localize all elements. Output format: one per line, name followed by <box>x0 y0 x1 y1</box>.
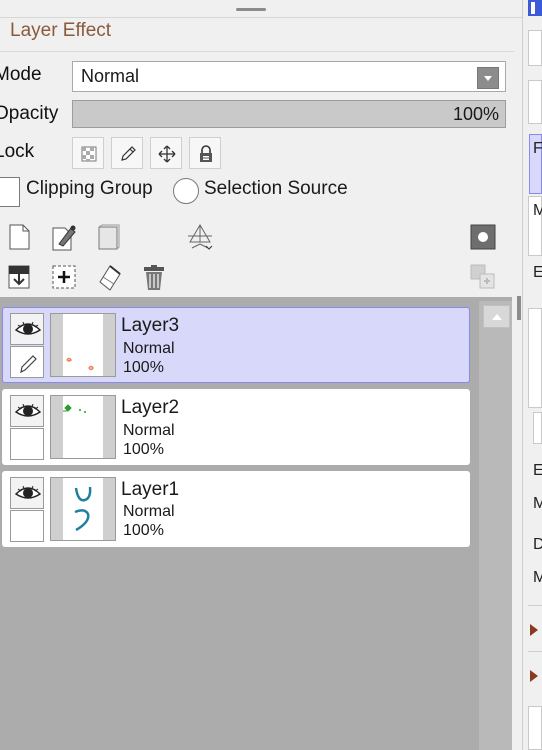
new-vector-layer-icon <box>52 225 76 251</box>
delete-layer-button[interactable] <box>139 262 169 292</box>
layer-name: Layer3 <box>121 315 180 336</box>
clear-layer-icon <box>99 265 121 291</box>
panel-resize-grip[interactable] <box>236 8 266 11</box>
layer-mask-button[interactable] <box>468 222 498 252</box>
apply-mask-icon <box>470 264 495 289</box>
mode-label: Mode <box>0 64 42 85</box>
visibility-toggle-layer2[interactable] <box>10 395 44 427</box>
layer-list-scrollbar[interactable] <box>479 301 512 750</box>
selection-source-label: Selection Source <box>204 178 348 199</box>
adjacent-label: M <box>533 495 542 512</box>
opacity-label: Opacity <box>0 103 59 124</box>
eye-icon <box>14 321 42 335</box>
clear-layer-button[interactable] <box>94 262 124 292</box>
visibility-toggle-layer3[interactable] <box>10 313 44 345</box>
layer-thumbnail-layer3 <box>50 313 116 377</box>
edit-indicator-layer2[interactable] <box>10 428 44 460</box>
eye-icon <box>14 485 42 499</box>
clipping-group-label: Clipping Group <box>26 178 153 199</box>
lock-transparency-button[interactable] <box>72 137 104 169</box>
adjacent-divider <box>528 605 542 606</box>
trash-icon <box>144 265 164 290</box>
pencil-icon <box>20 355 37 374</box>
layer-opacity: 100% <box>123 522 164 539</box>
splitter-grip[interactable] <box>517 296 521 320</box>
pencil-icon <box>121 146 136 161</box>
clipping-group-checkbox[interactable] <box>0 177 20 207</box>
panel-splitter[interactable] <box>512 297 522 750</box>
edit-indicator-layer3[interactable] <box>10 346 44 378</box>
chevron-down-icon[interactable] <box>477 67 499 89</box>
adjacent-button[interactable] <box>528 80 542 124</box>
new-layer-icon <box>9 224 30 250</box>
adjacent-tab-marker <box>531 2 535 14</box>
layer-mask-icon <box>470 224 496 250</box>
lock-transparency-icon <box>81 146 97 162</box>
adjacent-label: E <box>533 264 542 281</box>
blend-mode-select[interactable]: Normal <box>72 61 506 92</box>
layer-property-button[interactable] <box>184 222 214 252</box>
expand-triangle-icon[interactable] <box>530 670 538 682</box>
layer-name: Layer2 <box>121 397 180 418</box>
lock-label: Lock <box>0 141 35 162</box>
new-vector-layer-button[interactable] <box>49 222 79 252</box>
opacity-slider[interactable]: 100% <box>72 100 506 128</box>
lock-draw-button[interactable] <box>111 137 143 169</box>
layer-blend-mode: Normal <box>123 422 175 439</box>
expand-triangle-icon[interactable] <box>530 624 538 636</box>
layer-opacity: 100% <box>123 441 164 458</box>
adjacent-label: M <box>533 569 542 586</box>
lock-move-button[interactable] <box>150 137 182 169</box>
adjacent-label: F <box>533 140 542 157</box>
layer-opacity: 100% <box>123 359 164 376</box>
adjacent-label: M <box>533 202 542 219</box>
adjacent-list[interactable] <box>528 308 542 408</box>
layer-property-icon <box>188 224 213 250</box>
adjacent-label: D <box>533 536 542 553</box>
panel-title: Layer Effect <box>10 20 112 41</box>
layer-blend-mode: Normal <box>123 340 175 357</box>
new-folder-icon <box>98 224 120 250</box>
new-folder-button[interactable] <box>94 222 124 252</box>
padlock-icon <box>200 145 212 162</box>
layer-name: Layer1 <box>121 479 180 500</box>
lock-all-button[interactable] <box>189 137 221 169</box>
title-divider <box>0 51 514 52</box>
visibility-toggle-layer1[interactable] <box>10 477 44 509</box>
new-layer-button[interactable] <box>4 222 34 252</box>
adjacent-label: E <box>533 462 542 479</box>
new-layer-from-selection-button[interactable] <box>49 262 79 292</box>
adjacent-divider <box>528 651 542 652</box>
layer-blend-mode: Normal <box>123 503 175 520</box>
eye-icon <box>14 403 42 417</box>
blend-mode-value: Normal <box>81 66 140 86</box>
opacity-value: 100% <box>452 104 499 124</box>
new-layer-from-selection-icon <box>52 265 76 289</box>
scroll-up-button[interactable] <box>483 305 510 328</box>
adjacent-button[interactable] <box>533 412 542 444</box>
apply-mask-button[interactable] <box>468 262 498 292</box>
adjacent-button[interactable] <box>528 30 542 66</box>
adjacent-box <box>528 706 542 750</box>
merge-down-button[interactable] <box>4 262 34 292</box>
merge-down-icon <box>8 265 30 289</box>
move-arrows-icon <box>158 145 176 163</box>
edit-indicator-layer1[interactable] <box>10 510 44 542</box>
layer-thumbnail-layer2 <box>50 395 116 459</box>
layer-thumbnail-layer1 <box>50 477 116 541</box>
selection-source-radio[interactable] <box>173 178 199 204</box>
